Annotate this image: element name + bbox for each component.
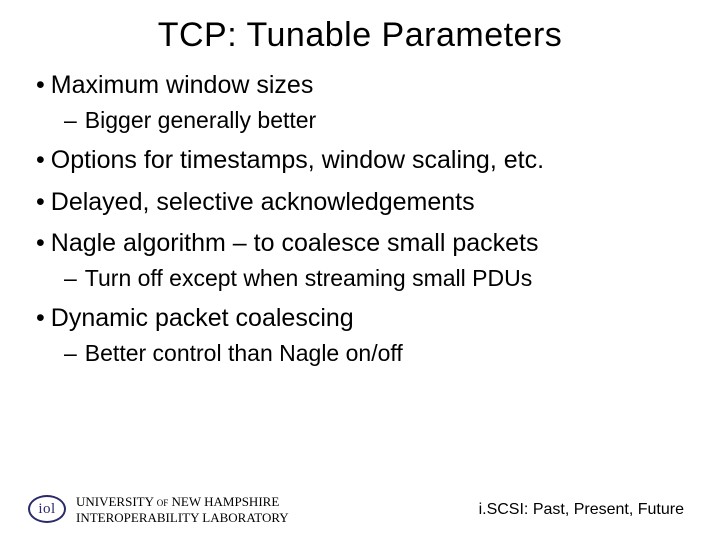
dash-icon: – (64, 105, 85, 136)
bullet-text: Dynamic packet coalescing (51, 302, 684, 336)
subbullet-text: Turn off except when streaming small PDU… (85, 263, 684, 294)
bullet-item: • Maximum window sizes (36, 69, 684, 103)
bullet-icon: • (36, 302, 51, 336)
dash-icon: – (64, 338, 85, 369)
institution-line1: UNIVERSITY of NEW HAMPSHIRE (76, 494, 289, 510)
logo-text: iol (28, 495, 66, 525)
footer-right-text: i.SCSI: Past, Present, Future (479, 501, 684, 519)
bullet-item: • Options for timestamps, window scaling… (36, 144, 684, 178)
dash-icon: – (64, 263, 85, 294)
footer-left: iol UNIVERSITY of NEW HAMPSHIRE INTEROPE… (28, 494, 289, 527)
bullet-text: Nagle algorithm – to coalesce small pack… (51, 227, 684, 261)
institution-line2: INTEROPERABILITY LABORATORY (76, 510, 289, 526)
subbullet-item: – Bigger generally better (64, 105, 684, 136)
bullet-icon: • (36, 69, 51, 103)
bullet-text: Options for timestamps, window scaling, … (51, 144, 684, 178)
slide-title: TCP: Tunable Parameters (36, 16, 684, 55)
bullet-icon: • (36, 186, 51, 220)
logo-icon: iol (28, 495, 66, 525)
bullet-text: Delayed, selective acknowledgements (51, 186, 684, 220)
slide: TCP: Tunable Parameters • Maximum window… (0, 0, 720, 540)
bullet-icon: • (36, 144, 51, 178)
subbullet-text: Bigger generally better (85, 105, 684, 136)
bullet-item: • Delayed, selective acknowledgements (36, 186, 684, 220)
bullet-text: Maximum window sizes (51, 69, 684, 103)
slide-footer: iol UNIVERSITY of NEW HAMPSHIRE INTEROPE… (0, 494, 720, 527)
institution-label: UNIVERSITY of NEW HAMPSHIRE INTEROPERABI… (76, 494, 289, 527)
bullet-icon: • (36, 227, 51, 261)
subbullet-text: Better control than Nagle on/off (85, 338, 684, 369)
bullet-item: • Nagle algorithm – to coalesce small pa… (36, 227, 684, 261)
subbullet-item: – Better control than Nagle on/off (64, 338, 684, 369)
bullet-item: • Dynamic packet coalescing (36, 302, 684, 336)
subbullet-item: – Turn off except when streaming small P… (64, 263, 684, 294)
slide-body: • Maximum window sizes – Bigger generall… (36, 69, 684, 369)
